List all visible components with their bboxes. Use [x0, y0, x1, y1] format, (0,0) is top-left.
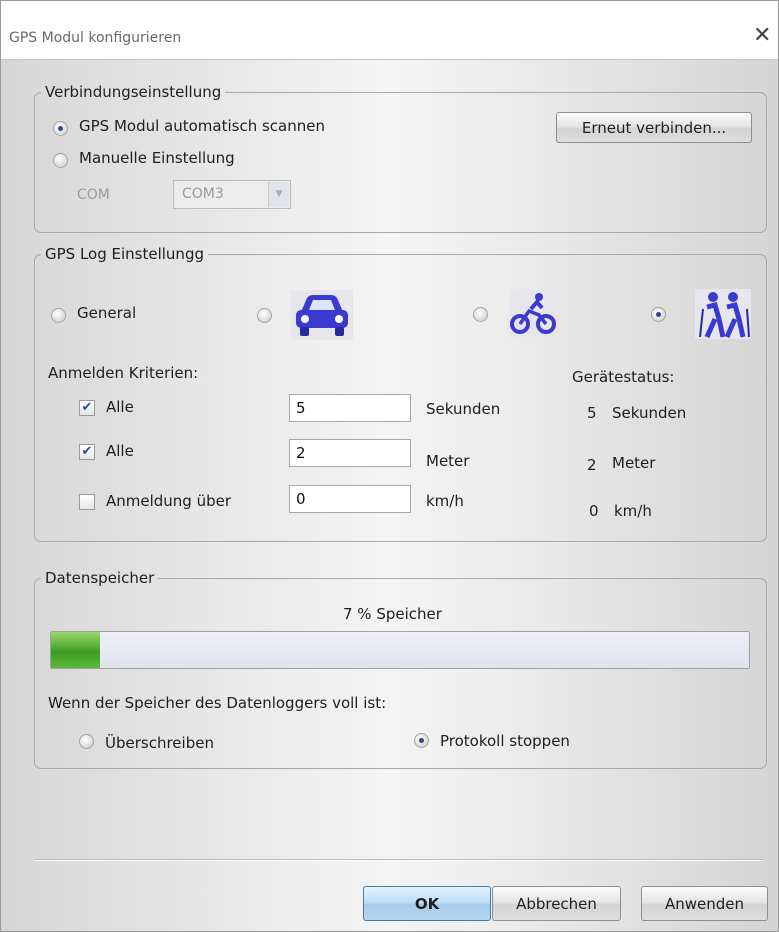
mode-hiking-radio[interactable]: [651, 307, 666, 322]
status-1-value: 5: [587, 404, 597, 422]
criteria-3-label: Anmeldung über: [106, 492, 232, 510]
criteria-2-label: Alle: [106, 442, 134, 460]
divider: [34, 859, 764, 861]
criteria-3-checkbox[interactable]: [79, 494, 95, 510]
criteria-3-unit: km/h: [426, 492, 464, 510]
com-label: COM: [77, 187, 110, 203]
stop-log-radio[interactable]: [414, 733, 429, 748]
auto-scan-radio[interactable]: [53, 121, 68, 136]
criteria-2-input[interactable]: [289, 439, 411, 467]
status-3-unit: km/h: [614, 502, 652, 520]
status-3-value: 0: [589, 502, 599, 520]
chevron-down-icon: ▼: [268, 182, 289, 207]
connection-legend: Verbindungseinstellung: [45, 83, 222, 101]
stop-log-label: Protokoll stoppen: [440, 732, 570, 750]
cancel-button[interactable]: Abbrechen: [492, 886, 621, 921]
mode-general-label: General: [77, 304, 137, 322]
criteria-1-unit: Sekunden: [426, 400, 501, 418]
overwrite-label: Überschreiben: [105, 734, 214, 752]
storage-usage-text: 7 % Speicher: [343, 605, 442, 623]
gps-config-dialog: GPS Modul konfigurieren ✕ Verbindungsein…: [0, 0, 779, 932]
auto-scan-label: GPS Modul automatisch scannen: [79, 117, 325, 135]
criteria-1-input[interactable]: [289, 394, 411, 422]
overwrite-radio[interactable]: [79, 734, 94, 749]
ok-button[interactable]: OK: [363, 886, 491, 921]
storage-progress-bar: [50, 631, 750, 669]
mode-bicycle-radio[interactable]: [473, 307, 488, 322]
status-2-unit: Meter: [612, 454, 656, 472]
hiking-icon: [695, 289, 751, 339]
apply-button[interactable]: Anwenden: [641, 886, 768, 921]
criteria-3-input[interactable]: [289, 485, 411, 513]
com-port-value: COM3: [182, 186, 224, 202]
title-bar[interactable]: GPS Modul konfigurieren ✕: [1, 1, 778, 60]
manual-label: Manuelle Einstellung: [79, 149, 235, 167]
reconnect-button[interactable]: Erneut verbinden...: [556, 112, 752, 143]
storage-progress-fill: [51, 632, 100, 668]
criteria-1-label: Alle: [106, 398, 134, 416]
storage-legend: Datenspeicher: [45, 569, 155, 587]
car-icon: [291, 290, 353, 340]
window-title: GPS Modul konfigurieren: [9, 30, 182, 46]
log-settings-legend: GPS Log Einstellungg: [45, 245, 204, 263]
mode-general-radio[interactable]: [51, 308, 66, 323]
status-2-value: 2: [587, 456, 597, 474]
device-status-label: Gerätestatus:: [572, 368, 675, 386]
storage-full-label: Wenn der Speicher des Datenloggers voll …: [48, 694, 387, 712]
criteria-1-checkbox[interactable]: ✔: [79, 400, 95, 416]
close-icon[interactable]: ✕: [753, 23, 771, 48]
manual-radio[interactable]: [53, 153, 68, 168]
com-port-select[interactable]: COM3 ▼: [173, 180, 291, 209]
criteria-2-unit: Meter: [426, 452, 470, 470]
criteria-2-checkbox[interactable]: ✔: [79, 444, 95, 460]
bicycle-icon: [509, 289, 557, 337]
criteria-label: Anmelden Kriterien:: [48, 364, 199, 382]
status-1-unit: Sekunden: [612, 404, 687, 422]
mode-car-radio[interactable]: [257, 308, 272, 323]
